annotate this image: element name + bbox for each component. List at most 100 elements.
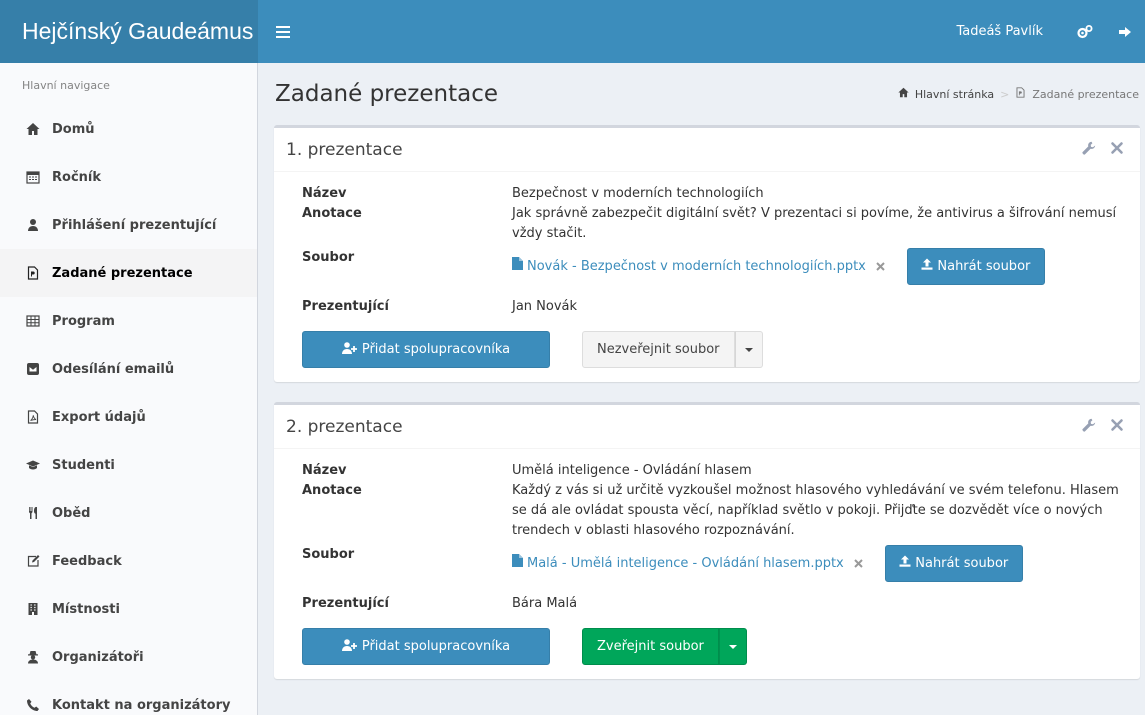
file-row: Soubor Malá - Umělá inteligence - Ovládá… — [302, 545, 1126, 582]
close-icon[interactable] — [1110, 418, 1124, 436]
add-collaborator-label: Přidat spolupracovníka — [361, 639, 511, 654]
upload-button-label: Nahrát soubor — [915, 555, 1009, 571]
user-plus-icon — [341, 341, 362, 358]
sidebar-item-mistnosti[interactable]: Místnosti — [0, 585, 257, 633]
wrench-icon[interactable] — [1082, 418, 1096, 436]
box-tools — [1082, 141, 1130, 159]
sidebar-item-label: Oběd — [52, 505, 91, 521]
name-label: Název — [302, 463, 347, 478]
file-row: Soubor Novák - Bezpečnost v moderních te… — [302, 248, 1126, 285]
file-label: Soubor — [302, 547, 355, 562]
file-name: Novák - Bezpečnost v moderních technolog… — [527, 258, 866, 274]
upload-icon — [921, 257, 937, 277]
publish-dropdown-button[interactable] — [734, 331, 763, 368]
publish-dropdown-button[interactable] — [718, 628, 747, 665]
phone-icon — [26, 698, 40, 712]
sidebar-item-label: Místnosti — [52, 601, 120, 617]
cutlery-icon — [26, 506, 40, 520]
box-actions: Přidat spolupracovníka Nezveřejnit soubo… — [302, 331, 1126, 368]
sidebar-item-odesilani-emailu[interactable]: Odesílání emailů — [0, 345, 257, 393]
add-collaborator-button[interactable]: Přidat spolupracovníka — [302, 331, 550, 368]
upload-file-button[interactable]: Nahrát soubor — [906, 248, 1045, 285]
sidebar-item-label: Export údajů — [52, 409, 146, 425]
publish-button-group: Nezveřejnit soubor — [582, 331, 763, 368]
building-icon — [26, 602, 40, 616]
presentation-box: 1. prezentace Název Bezpečnost v moderní… — [274, 125, 1140, 382]
sidebar-header: Hlavní navigace — [22, 79, 110, 92]
app-logo[interactable]: Hejčínský Gaudeámus — [0, 0, 258, 63]
box-body: Název Bezpečnost v moderních technologií… — [274, 172, 1140, 382]
remove-file-icon[interactable] — [854, 559, 863, 568]
file-link[interactable]: Malá - Umělá inteligence - Ovládání hlas… — [512, 553, 844, 574]
sidebar-item-export-udaju[interactable]: Export údajů — [0, 393, 257, 441]
publish-button-group: Zveřejnit soubor — [582, 628, 747, 665]
envelope-square-icon — [26, 362, 40, 376]
box-header: 2. prezentace — [274, 405, 1140, 449]
sidebar-item-organizatori[interactable]: Organizátoři — [0, 633, 257, 681]
presenter-name: Jan Novák — [512, 299, 578, 314]
upload-button-label: Nahrát soubor — [937, 258, 1031, 274]
presentation-annotation: Každý z vás si už určitě vyzkoušel možno… — [512, 483, 1119, 538]
box-tools — [1082, 418, 1130, 436]
wrench-icon[interactable] — [1082, 141, 1096, 159]
sidebar-item-label: Feedback — [52, 553, 122, 569]
file-label: Soubor — [302, 250, 355, 265]
publish-toggle-button[interactable]: Zveřejnit soubor — [582, 628, 719, 665]
user-name-link[interactable]: Tadeáš Pavlík — [956, 24, 1065, 39]
presentation-box: 2. prezentace Název Umělá inteligence - … — [274, 402, 1140, 679]
top-header: Hejčínský Gaudeámus Tadeáš Pavlík — [0, 0, 1145, 63]
presentation-name: Umělá inteligence - Ovládání hlasem — [512, 463, 752, 478]
page-title: Zadané prezentace — [275, 81, 498, 107]
chevron-down-icon — [744, 347, 753, 352]
sidebar-item-obed[interactable]: Oběd — [0, 489, 257, 537]
edit-icon — [26, 554, 40, 568]
sidebar-item-label: Odesílání emailů — [52, 361, 175, 377]
navbar: Tadeáš Pavlík — [258, 0, 1145, 63]
cogs-icon[interactable] — [1065, 0, 1105, 63]
presentation-name: Bezpečnost v moderních technologiích — [512, 186, 764, 201]
sidebar-item-feedback[interactable]: Feedback — [0, 537, 257, 585]
upload-file-button[interactable]: Nahrát soubor — [884, 545, 1023, 582]
content-header: Zadané prezentace Hlavní stránka > Zadan… — [274, 63, 1140, 125]
box-header: 1. prezentace — [274, 128, 1140, 172]
file-powerpoint-icon — [26, 266, 40, 280]
annotation-label: Anotace — [302, 483, 362, 498]
sidebar-item-kontakt[interactable]: Kontakt na organizátory — [0, 681, 257, 715]
user-plus-icon — [341, 638, 362, 655]
sidebar-item-zadane-prezentace[interactable]: Zadané prezentace — [0, 249, 257, 297]
sign-out-icon[interactable] — [1105, 0, 1145, 63]
add-collaborator-button[interactable]: Přidat spolupracovníka — [302, 628, 550, 665]
file-powerpoint-icon — [1015, 87, 1026, 101]
breadcrumb-home-link[interactable]: Hlavní stránka — [915, 88, 994, 101]
breadcrumb-current: Zadané prezentace — [1032, 87, 1139, 101]
publish-toggle-button[interactable]: Nezveřejnit soubor — [582, 331, 735, 368]
sidebar-item-label: Ročník — [52, 169, 102, 185]
presenter-label: Prezentující — [302, 299, 389, 314]
remove-file-icon[interactable] — [876, 262, 885, 271]
presenter-row: Prezentující Jan Novák — [302, 297, 1126, 317]
sidebar-item-label: Přihlášení prezentující — [52, 217, 217, 233]
box-actions: Přidat spolupracovníka Zveřejnit soubor — [302, 628, 1126, 665]
sidebar-item-domu[interactable]: Domů — [0, 105, 257, 153]
box-title: 1. prezentace — [286, 139, 403, 160]
sidebar-item-rocnik[interactable]: Ročník — [0, 153, 257, 201]
file-icon — [512, 256, 523, 277]
breadcrumb: Hlavní stránka > Zadané prezentace — [898, 87, 1140, 101]
user-secret-icon — [26, 650, 40, 664]
sidebar-item-label: Organizátoři — [52, 649, 144, 665]
upload-icon — [899, 554, 915, 574]
file-value: Novák - Bezpečnost v moderních technolog… — [512, 248, 1126, 285]
sidebar-toggle-icon[interactable] — [276, 25, 290, 38]
breadcrumb-separator: > — [1000, 87, 1010, 101]
name-label: Název — [302, 186, 347, 201]
sidebar-item-studenti[interactable]: Studenti — [0, 441, 257, 489]
annotation-row: Anotace Každý z vás si už určitě vyzkouš… — [302, 481, 1126, 541]
chevron-down-icon — [728, 644, 737, 649]
sidebar-item-prihlaseni[interactable]: Přihlášení prezentující — [0, 201, 257, 249]
presenter-row: Prezentující Bára Malá — [302, 594, 1126, 614]
file-link[interactable]: Novák - Bezpečnost v moderních technolog… — [512, 256, 866, 277]
sidebar-item-program[interactable]: Program — [0, 297, 257, 345]
close-icon[interactable] — [1110, 141, 1124, 159]
presenter-name: Bára Malá — [512, 596, 578, 611]
name-row: Název Umělá inteligence - Ovládání hlase… — [302, 461, 1126, 481]
